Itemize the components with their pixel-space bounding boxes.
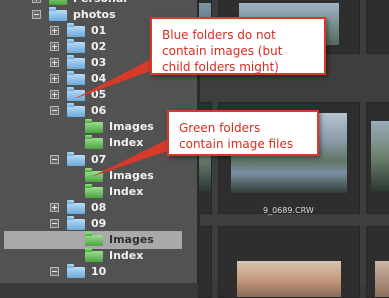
expand-toggle-icon[interactable] (32, 0, 41, 3)
tree-row-label: Index (109, 184, 144, 198)
tree-row-label: Images (109, 232, 154, 246)
tree-row-label: 07 (91, 152, 107, 166)
thumbnail-frame[interactable] (366, 0, 389, 54)
blue-folder-icon (67, 151, 85, 166)
tree-row-label: 10 (91, 264, 107, 278)
green-folders-callout-text: Green folders contain image files (179, 121, 294, 151)
blue-folder-icon (67, 39, 85, 54)
photo-thumbnail (371, 121, 389, 191)
expand-toggle-icon[interactable] (50, 58, 59, 68)
tree-row-label: 03 (91, 56, 107, 70)
tree-row-label: Personal (73, 0, 127, 5)
tree-row-label: Images (109, 120, 154, 134)
green-folder-icon (85, 135, 103, 150)
thumbnail-frame[interactable] (198, 226, 212, 298)
collapse-toggle-icon[interactable] (50, 218, 59, 228)
blue-folder-icon (67, 103, 85, 118)
green-folder-icon (85, 183, 103, 198)
green-folder-icon (49, 0, 67, 5)
expand-toggle-icon[interactable] (50, 202, 59, 212)
tree-row-label: photos (73, 8, 116, 22)
tree-row-label: Index (109, 248, 144, 262)
tree-row-label: 08 (91, 200, 107, 214)
tree-row-label: Images (109, 168, 154, 182)
blue-folders-callout: Blue folders do not contain images (but … (150, 17, 326, 75)
green-folder-icon (85, 119, 103, 134)
collapse-toggle-icon[interactable] (50, 154, 59, 164)
thumbnail-frame[interactable] (366, 102, 389, 214)
tree-row-label: Index (109, 136, 144, 150)
collapse-toggle-icon[interactable] (50, 106, 59, 116)
green-folder-icon (85, 167, 103, 182)
tree-row-label: 04 (91, 72, 107, 86)
blue-folder-icon (67, 87, 85, 102)
blue-folder-icon (67, 23, 85, 38)
blue-folder-icon (67, 215, 85, 230)
tree-row-10[interactable]: 10 (0, 263, 197, 281)
thumbnail-filename: 9_0689.CRW (263, 206, 314, 215)
blue-folder-icon (67, 55, 85, 70)
expand-toggle-icon[interactable] (50, 42, 59, 52)
blue-folders-callout-text: Blue folders do not contain images (but … (162, 28, 283, 74)
tree-row-label: 06 (91, 104, 107, 118)
expand-toggle-icon[interactable] (50, 26, 59, 36)
expand-toggle-icon[interactable] (50, 90, 59, 100)
collapse-toggle-icon[interactable] (32, 10, 41, 20)
thumbnail-frame[interactable] (366, 226, 389, 298)
tree-row-label: 05 (91, 88, 107, 102)
photo-thumbnail (375, 261, 389, 297)
green-folders-callout: Green folders contain image files (167, 110, 319, 156)
collapse-toggle-icon[interactable] (50, 266, 59, 276)
tree-row-label: 01 (91, 24, 107, 38)
blue-folder-icon (49, 7, 67, 22)
thumbnail-frame[interactable] (218, 226, 360, 298)
tree-row-label: 09 (91, 216, 107, 230)
blue-folder-icon (67, 263, 85, 278)
photo-thumbnail (237, 261, 341, 297)
blue-folder-icon (67, 71, 85, 86)
green-folder-icon (85, 247, 103, 262)
green-folder-icon (85, 231, 103, 246)
expand-toggle-icon[interactable] (50, 74, 59, 84)
blue-folder-icon (67, 199, 85, 214)
tree-row-label: 02 (91, 40, 107, 54)
